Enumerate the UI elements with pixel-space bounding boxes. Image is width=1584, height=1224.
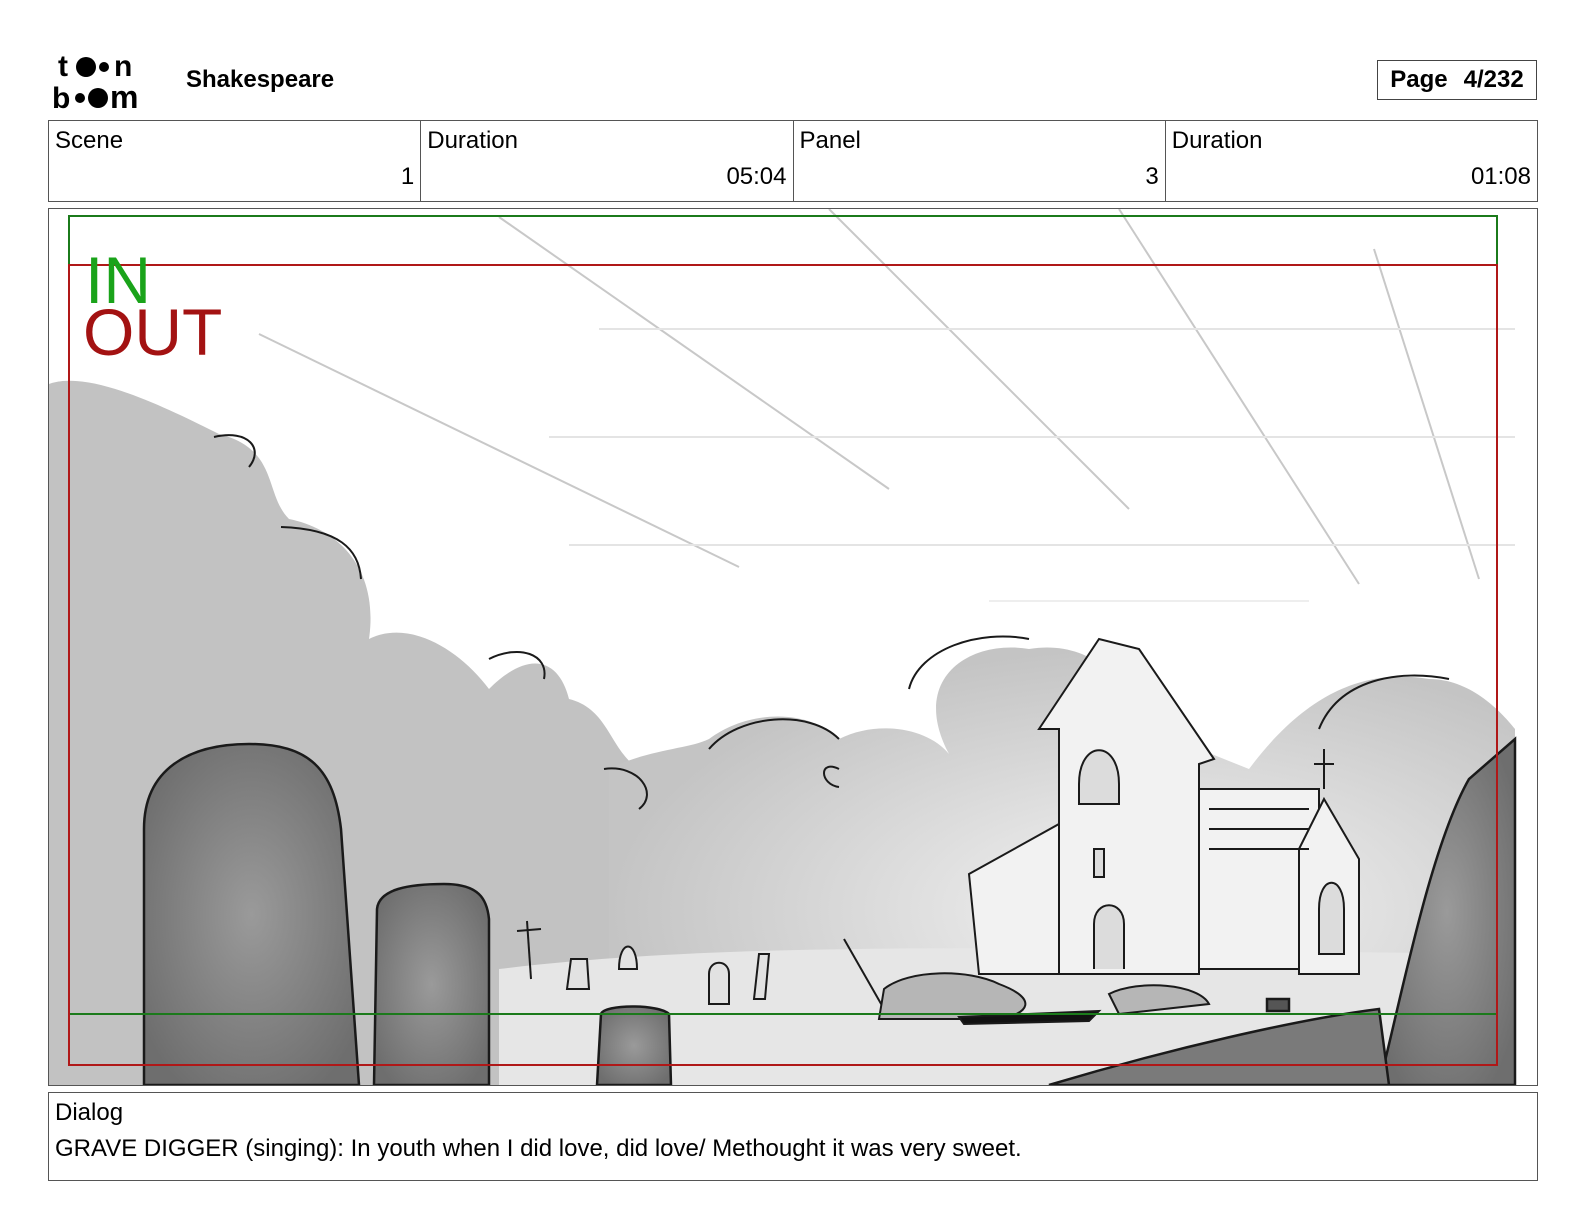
page-value: 4/232 xyxy=(1463,66,1524,93)
panel-label: Panel xyxy=(799,127,861,154)
panel-value: 3 xyxy=(1145,163,1159,190)
scene-cell: Scene 1 xyxy=(49,121,422,201)
panel-duration-label: Duration xyxy=(1171,127,1263,154)
page-label: Page xyxy=(1390,66,1448,93)
project-name: Shakespeare xyxy=(186,66,335,93)
page-indicator: Page 4/232 xyxy=(1377,60,1537,100)
scene-value: 1 xyxy=(400,163,415,190)
dialog-text: GRAVE DIGGER (singing): In youth when I … xyxy=(55,1135,1022,1162)
storyboard-panel: IN OUT xyxy=(48,208,1538,1086)
light-rays xyxy=(258,209,1515,602)
svg-text:b: b xyxy=(52,82,70,112)
scene-label: Scene xyxy=(55,127,124,154)
out-marker: OUT xyxy=(83,295,222,369)
panel-cell: Panel 3 xyxy=(794,121,1166,201)
scene-duration-value: 05:04 xyxy=(726,163,787,190)
scene-duration-label: Duration xyxy=(427,127,518,154)
scene-duration-cell: Duration 05:04 xyxy=(421,121,794,201)
dialog-box: Dialog GRAVE DIGGER (singing): In youth … xyxy=(48,1092,1538,1181)
svg-text:m: m xyxy=(110,79,138,112)
panel-sketch: IN OUT xyxy=(49,209,1517,1085)
info-table: Scene 1 Duration 05:04 Panel 3 Duration … xyxy=(48,120,1538,202)
svg-text:t: t xyxy=(58,50,68,83)
dialog-label: Dialog xyxy=(55,1099,124,1126)
panel-duration-cell: Duration 01:08 xyxy=(1166,121,1537,201)
toon-boom-logo: t n b m xyxy=(52,50,138,112)
panel-duration-value: 01:08 xyxy=(1470,163,1531,190)
